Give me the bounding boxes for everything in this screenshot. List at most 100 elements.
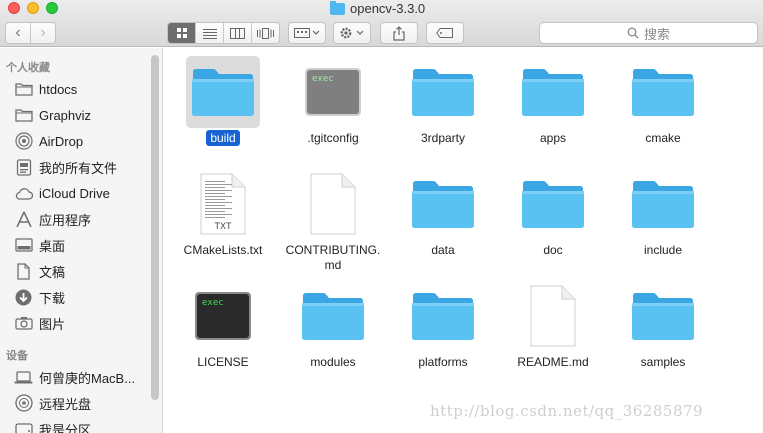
grid-icon: [176, 28, 187, 38]
file-name-label: samples: [604, 355, 722, 370]
svg-text:exec: exec: [202, 298, 224, 308]
file-item[interactable]: platforms: [384, 272, 484, 382]
document-icon: [296, 168, 370, 240]
file-item[interactable]: cmake: [604, 48, 704, 158]
list-icon: [202, 28, 217, 39]
back-button[interactable]: ‹: [6, 23, 30, 43]
close-window-button[interactable]: [8, 2, 20, 14]
file-grid: build exec .tgitconfig 3rdparty apps cma…: [164, 48, 763, 433]
list-view-button[interactable]: [195, 23, 223, 43]
sidebar-item-label: 远程光盘: [39, 396, 92, 412]
file-name-label: .tgitconfig: [274, 131, 392, 146]
file-item[interactable]: build: [164, 48, 264, 158]
file-name-label: data: [384, 243, 502, 258]
sidebar-item-label: iCloud Drive: [39, 185, 110, 201]
arrange-grid-chevron-icon: [294, 28, 320, 38]
favorites-header: 个人收藏: [6, 62, 50, 74]
navigation-buttons: ‹ ›: [5, 22, 56, 44]
sidebar-item-label: 应用程序: [39, 212, 92, 228]
file-name-text: 3rdparty: [420, 131, 466, 145]
share-button[interactable]: [380, 22, 418, 44]
sidebar-item[interactable]: 桌面: [14, 234, 65, 256]
executable-icon: exec: [186, 280, 260, 352]
window-title: opencv-3.3.0: [330, 0, 425, 17]
file-name-text: CONTRIBUTING. md: [285, 243, 381, 272]
cover-flow-button[interactable]: [251, 23, 279, 43]
file-name-label: include: [604, 243, 722, 258]
column-view-button[interactable]: [223, 23, 251, 43]
sidebar-item[interactable]: 何曾庚的MacB...: [14, 366, 135, 388]
sidebar-scrollbar[interactable]: [151, 55, 159, 400]
watermark-text: http://blog.csdn.net/qq_36285879: [430, 402, 704, 420]
sidebar-item[interactable]: 远程光盘: [14, 392, 91, 414]
file-name-text: include: [643, 243, 683, 257]
file-name-text: doc: [543, 243, 563, 257]
icon-view-button[interactable]: [168, 23, 195, 43]
folder-icon: [626, 168, 700, 240]
zoom-window-button[interactable]: [46, 2, 58, 14]
file-name-text: cmake: [645, 131, 681, 145]
file-item[interactable]: doc: [494, 160, 594, 270]
file-item[interactable]: exec .tgitconfig: [274, 48, 374, 158]
file-name-text: apps: [539, 131, 567, 145]
svg-text:exec: exec: [312, 74, 334, 84]
file-name-label: build: [164, 130, 282, 146]
file-item[interactable]: exec LICENSE: [164, 272, 264, 382]
sidebar-item[interactable]: 应用程序: [14, 208, 91, 230]
svg-text:TXT: TXT: [215, 221, 233, 231]
file-name-text: samples: [640, 355, 686, 369]
file-item[interactable]: apps: [494, 48, 594, 158]
search-placeholder: 搜索: [643, 26, 670, 42]
text-file-icon: TXT: [186, 168, 260, 240]
folder-icon: [14, 81, 33, 98]
sidebar-item[interactable]: iCloud Drive: [14, 182, 110, 204]
folder-icon: [516, 168, 590, 240]
sidebar-item[interactable]: 我的所有文件: [14, 156, 117, 178]
sidebar-item[interactable]: 文稿: [14, 260, 65, 282]
file-name-label: LICENSE: [164, 355, 282, 370]
file-item[interactable]: include: [604, 160, 704, 270]
folder-icon: [626, 280, 700, 352]
folder-icon: [406, 168, 480, 240]
downloads-icon: [14, 289, 33, 306]
camera-icon: [14, 315, 33, 332]
folder-icon: [516, 56, 590, 128]
file-name-label: modules: [274, 355, 392, 370]
file-name-text: data: [431, 243, 455, 257]
sidebar-item-label: 桌面: [39, 238, 66, 254]
folder-icon: [406, 56, 480, 128]
file-item[interactable]: README.md: [494, 272, 594, 382]
sidebar-item[interactable]: 图片: [14, 312, 65, 334]
file-item[interactable]: data: [384, 160, 484, 270]
tag-button[interactable]: [426, 22, 464, 44]
sidebar-item[interactable]: Graphviz: [14, 104, 91, 126]
sidebar-item-label: 文稿: [39, 264, 66, 280]
window-toolbar: opencv-3.3.0 ‹ › 搜索: [0, 0, 763, 47]
window-title-text: opencv-3.3.0: [350, 1, 426, 16]
file-name-text: platforms: [418, 355, 468, 369]
search-icon: [627, 27, 639, 39]
sidebar-item[interactable]: htdocs: [14, 78, 77, 100]
action-button[interactable]: [333, 22, 371, 44]
forward-button[interactable]: ›: [30, 23, 55, 43]
drive-icon: [14, 421, 33, 433]
documents-icon: [14, 262, 33, 280]
file-name-label: 3rdparty: [384, 131, 502, 146]
file-item[interactable]: CONTRIBUTING. md: [274, 160, 380, 272]
sidebar-item[interactable]: AirDrop: [14, 130, 83, 152]
file-name-text: .tgitconfig: [307, 131, 359, 145]
sidebar-item[interactable]: 我是分区: [14, 418, 91, 433]
arrange-button[interactable]: [288, 22, 326, 44]
sidebar-item-label: 我是分区: [39, 422, 92, 433]
sidebar-item[interactable]: 下载: [14, 286, 65, 308]
file-name-text: build: [206, 130, 240, 146]
file-item[interactable]: modules: [274, 272, 374, 382]
file-item[interactable]: TXT CMakeLists.txt: [164, 160, 264, 270]
sidebar-item-label: 何曾庚的MacB...: [39, 370, 136, 386]
search-field[interactable]: 搜索: [539, 22, 758, 44]
executable-icon: exec: [296, 56, 370, 128]
file-item[interactable]: 3rdparty: [384, 48, 484, 158]
file-name-text: LICENSE: [197, 355, 249, 369]
file-item[interactable]: samples: [604, 272, 704, 382]
minimize-window-button[interactable]: [27, 2, 39, 14]
